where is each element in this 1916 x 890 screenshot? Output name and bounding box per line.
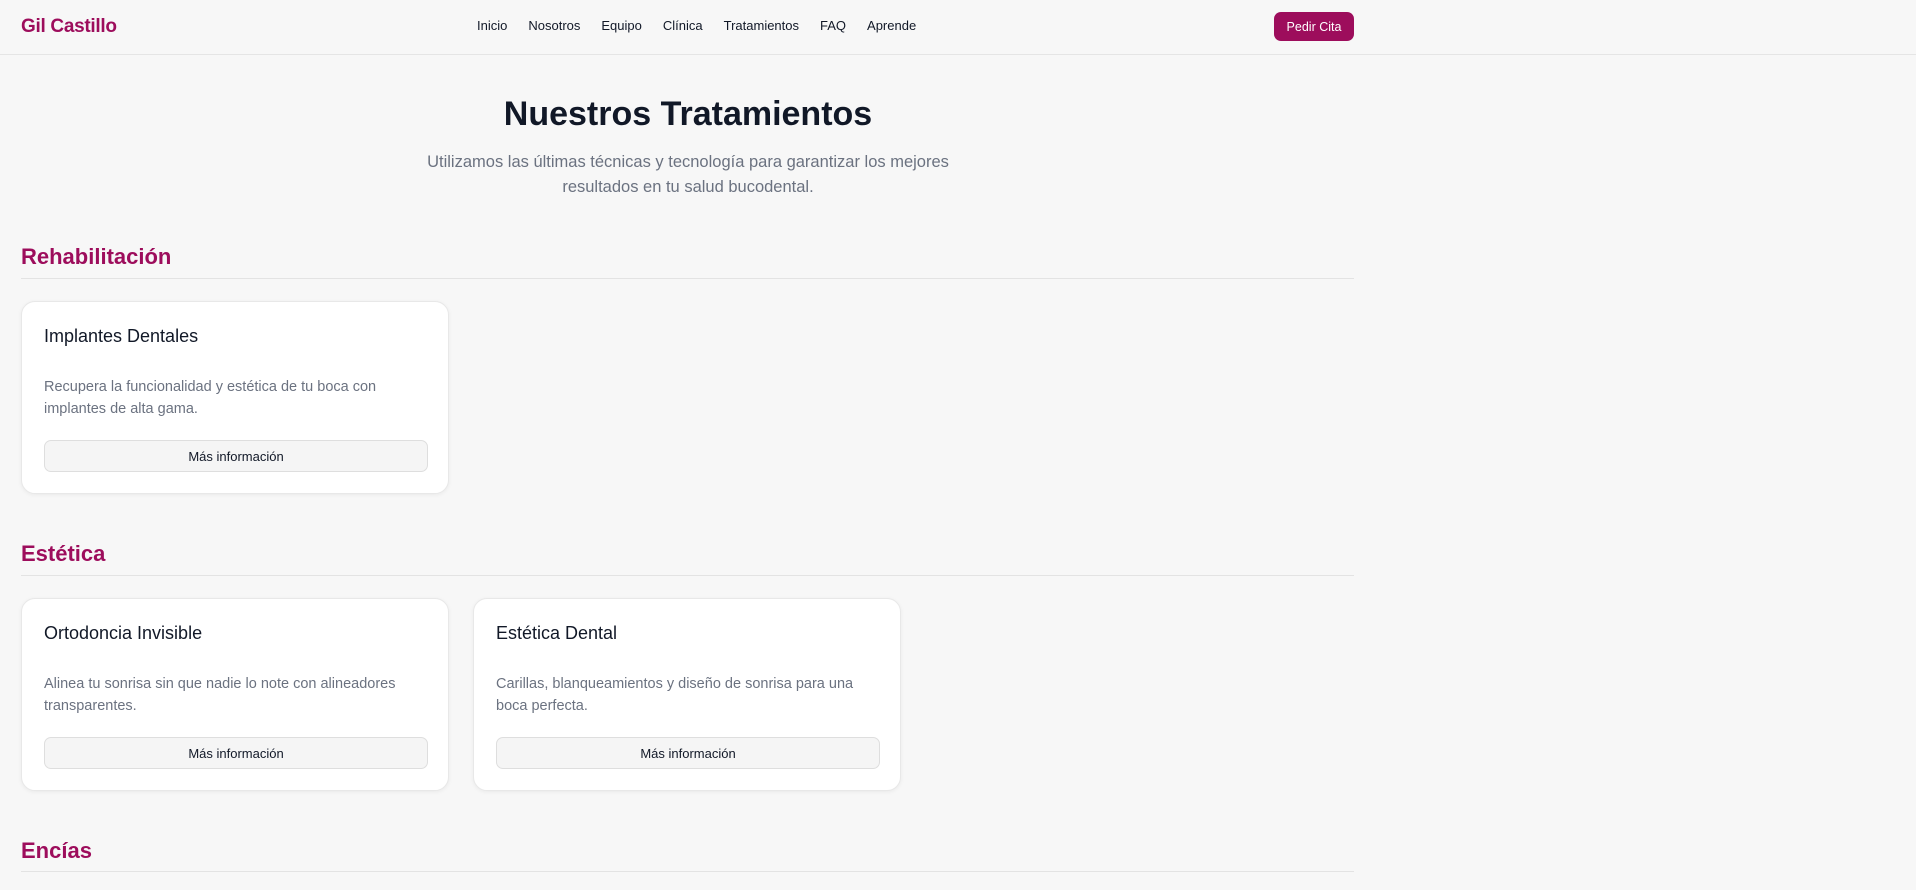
site-header: Gil Castillo Inicio Nosotros Equipo Clín… [0,0,1916,55]
card-title: Implantes Dentales [44,326,199,346]
card-description: Alinea tu sonrisa sin que nadie lo note … [44,676,396,714]
section-title-rehabilitacion: Rehabilitación [21,244,172,269]
nav-item-nosotros[interactable]: Nosotros [528,18,580,33]
page-subtitle: Utilizamos las últimas técnicas y tecnol… [427,153,949,196]
more-info-button[interactable]: Más información [44,737,428,769]
main-nav: Inicio Nosotros Equipo Clínica Tratamien… [477,18,937,33]
nav-item-faq[interactable]: FAQ [820,18,846,33]
card-description: Carillas, blanqueamientos y diseño de so… [496,676,854,714]
nav-item-clinica[interactable]: Clínica [663,18,703,33]
treatment-card-implantes: Implantes Dentales Recupera la funcional… [21,301,449,494]
nav-item-tratamientos[interactable]: Tratamientos [724,18,799,33]
card-title: Estética Dental [496,623,618,643]
treatment-card-estetica-dental: Estética Dental Carillas, blanqueamiento… [473,598,901,791]
nav-item-aprende[interactable]: Aprende [867,18,916,33]
pedir-cita-button[interactable]: Pedir Cita [1274,12,1354,41]
section-divider [21,278,1354,279]
nav-item-inicio[interactable]: Inicio [477,18,507,33]
logo[interactable]: Gil Castillo [21,16,117,38]
section-divider [21,871,1354,872]
section-divider [21,575,1354,576]
section-title-encias: Encías [21,838,92,863]
more-info-button[interactable]: Más información [44,440,428,472]
card-description: Recupera la funcionalidad y estética de … [44,379,377,417]
more-info-button[interactable]: Más información [496,737,880,769]
nav-item-equipo[interactable]: Equipo [601,18,641,33]
page-title: Nuestros Tratamientos [503,95,873,133]
card-title: Ortodoncia Invisible [44,623,203,643]
section-title-estetica: Estética [21,541,106,566]
treatment-card-ortodoncia: Ortodoncia Invisible Alinea tu sonrisa s… [21,598,449,791]
